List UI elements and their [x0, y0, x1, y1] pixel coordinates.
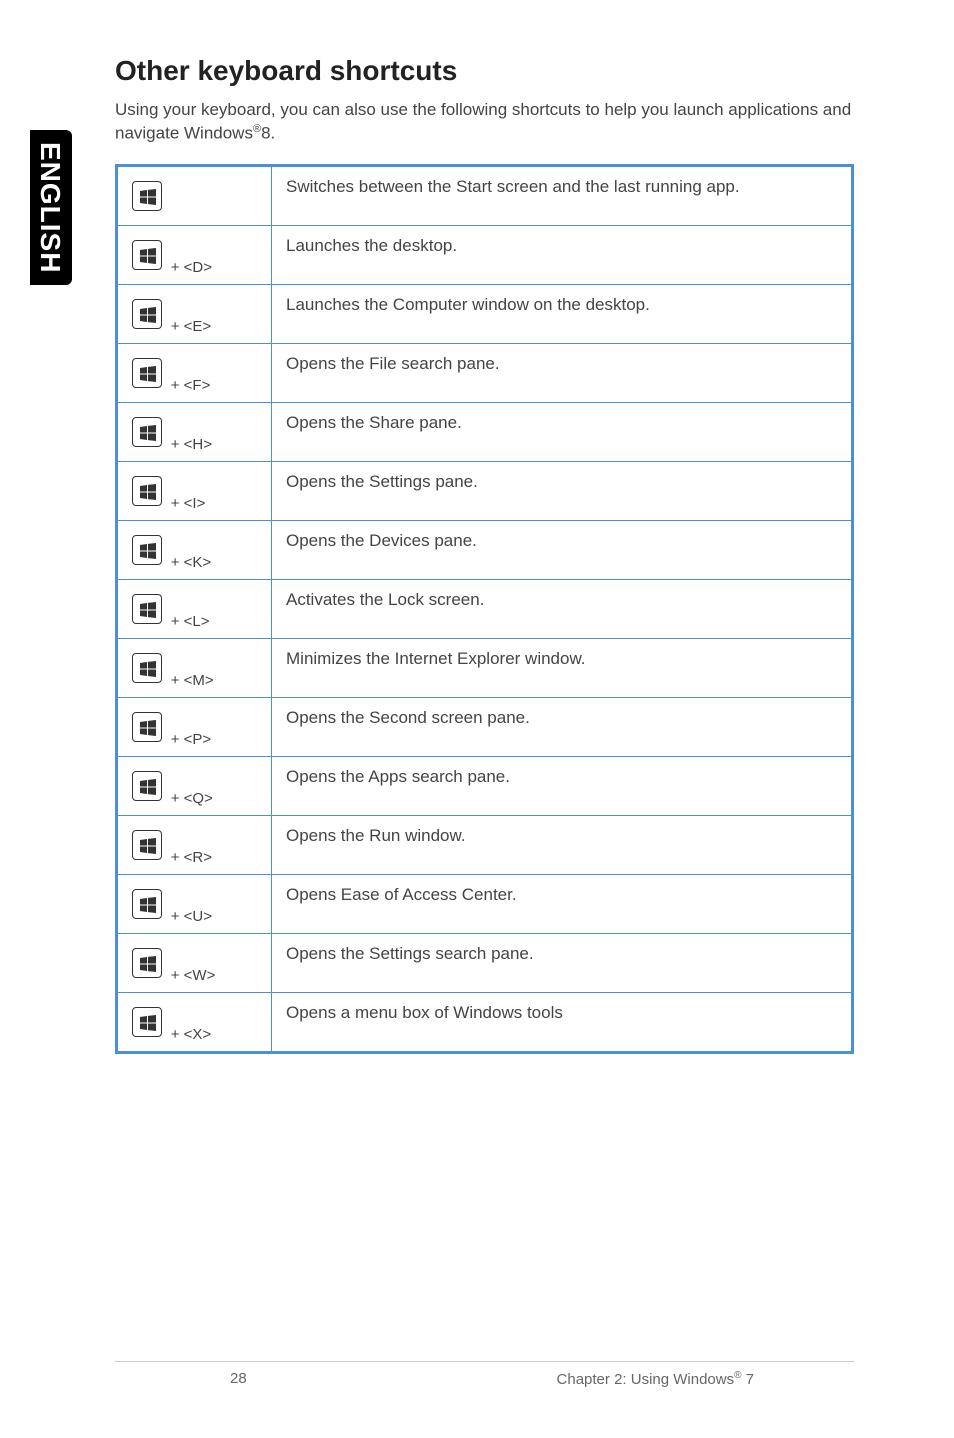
key-combo-text: + <M> [171, 672, 214, 689]
shortcut-key-cell: + <X> [117, 992, 272, 1052]
table-row: + <H> Opens the Share pane. [117, 402, 853, 461]
shortcut-key-cell: + <P> [117, 697, 272, 756]
shortcut-key-cell: + <L> [117, 579, 272, 638]
shortcut-key-cell: + <D> [117, 225, 272, 284]
table-row: + <F> Opens the File search pane. [117, 343, 853, 402]
page-number: 28 [230, 1370, 247, 1388]
key-combo-text: + <E> [171, 318, 211, 335]
key-combo-text: + <W> [171, 967, 216, 984]
windows-key-icon [132, 948, 162, 978]
shortcut-key-cell: + <Q> [117, 756, 272, 815]
intro-text-a: Using your keyboard, you can also use th… [115, 100, 851, 143]
key-combo-text: + <R> [171, 849, 212, 866]
shortcuts-table: Switches between the Start screen and th… [115, 164, 854, 1054]
windows-key-icon [132, 358, 162, 388]
windows-key-icon [132, 771, 162, 801]
key-combo-text: + <F> [171, 377, 211, 394]
shortcut-key-cell: + <M> [117, 638, 272, 697]
windows-key-icon [132, 299, 162, 329]
shortcut-key-cell: + <U> [117, 874, 272, 933]
shortcut-description-cell: Opens the Share pane. [272, 402, 853, 461]
windows-key-icon [132, 712, 162, 742]
shortcut-description-cell: Opens a menu box of Windows tools [272, 992, 853, 1052]
windows-key-icon [132, 889, 162, 919]
table-row: + <W> Opens the Settings search pane. [117, 933, 853, 992]
windows-key-icon [132, 181, 162, 211]
key-combo-text: + <U> [171, 908, 212, 925]
shortcut-description-cell: Launches the desktop. [272, 225, 853, 284]
key-combo-text: + <L> [171, 613, 210, 630]
key-combo-text: + <X> [171, 1026, 211, 1043]
windows-key-icon [132, 417, 162, 447]
registered-mark: ® [253, 123, 261, 135]
shortcut-key-cell: + <K> [117, 520, 272, 579]
key-combo-text: + <H> [171, 436, 212, 453]
table-row: Switches between the Start screen and th… [117, 165, 853, 225]
shortcut-key-cell: + <R> [117, 815, 272, 874]
windows-key-icon [132, 535, 162, 565]
table-row: + <E> Launches the Computer window on the… [117, 284, 853, 343]
shortcut-key-cell [117, 165, 272, 225]
key-combo-text: + <I> [171, 495, 206, 512]
shortcut-description-cell: Opens the Run window. [272, 815, 853, 874]
windows-key-icon [132, 1007, 162, 1037]
table-row: + <D> Launches the desktop. [117, 225, 853, 284]
shortcut-key-cell: + <F> [117, 343, 272, 402]
shortcut-description-cell: Activates the Lock screen. [272, 579, 853, 638]
key-combo-text: + <K> [171, 554, 211, 571]
shortcut-key-cell: + <E> [117, 284, 272, 343]
shortcut-key-cell: + <W> [117, 933, 272, 992]
chapter-text-b: 7 [741, 1371, 754, 1388]
windows-key-icon [132, 476, 162, 506]
shortcut-description-cell: Launches the Computer window on the desk… [272, 284, 853, 343]
table-row: + <L> Activates the Lock screen. [117, 579, 853, 638]
shortcut-description-cell: Opens the Devices pane. [272, 520, 853, 579]
key-combo-text: + <P> [171, 731, 211, 748]
shortcut-description-cell: Minimizes the Internet Explorer window. [272, 638, 853, 697]
table-row: + <P> Opens the Second screen pane. [117, 697, 853, 756]
table-row: + <M> Minimizes the Internet Explorer win… [117, 638, 853, 697]
key-combo-text: + <Q> [171, 790, 213, 807]
intro-text-b: 8. [261, 124, 275, 143]
windows-key-icon [132, 240, 162, 270]
side-tab-english: ENGLISH [30, 130, 72, 285]
document-page: ENGLISH Other keyboard shortcuts Using y… [0, 0, 954, 1438]
table-row: + <K> Opens the Devices pane. [117, 520, 853, 579]
page-heading: Other keyboard shortcuts [115, 55, 854, 87]
key-combo-text: + <D> [171, 259, 212, 276]
table-row: + <Q> Opens the Apps search pane. [117, 756, 853, 815]
shortcut-description-cell: Opens the Settings pane. [272, 461, 853, 520]
table-row: + <I> Opens the Settings pane. [117, 461, 853, 520]
shortcut-description-cell: Opens the Settings search pane. [272, 933, 853, 992]
windows-key-icon [132, 653, 162, 683]
chapter-label: Chapter 2: Using Windows® 7 [557, 1370, 754, 1388]
windows-key-icon [132, 830, 162, 860]
page-footer: 28 Chapter 2: Using Windows® 7 [115, 1361, 854, 1388]
shortcut-description-cell: Opens the File search pane. [272, 343, 853, 402]
shortcut-key-cell: + <H> [117, 402, 272, 461]
shortcut-description-cell: Opens the Apps search pane. [272, 756, 853, 815]
shortcut-description-cell: Opens the Second screen pane. [272, 697, 853, 756]
intro-text: Using your keyboard, you can also use th… [115, 99, 854, 146]
windows-key-icon [132, 594, 162, 624]
table-row: + <X> Opens a menu box of Windows tools [117, 992, 853, 1052]
table-row: + <R> Opens the Run window. [117, 815, 853, 874]
shortcut-key-cell: + <I> [117, 461, 272, 520]
table-row: + <U> Opens Ease of Access Center. [117, 874, 853, 933]
chapter-text-a: Chapter 2: Using Windows [557, 1371, 735, 1388]
shortcut-description-cell: Opens Ease of Access Center. [272, 874, 853, 933]
shortcut-description-cell: Switches between the Start screen and th… [272, 165, 853, 225]
